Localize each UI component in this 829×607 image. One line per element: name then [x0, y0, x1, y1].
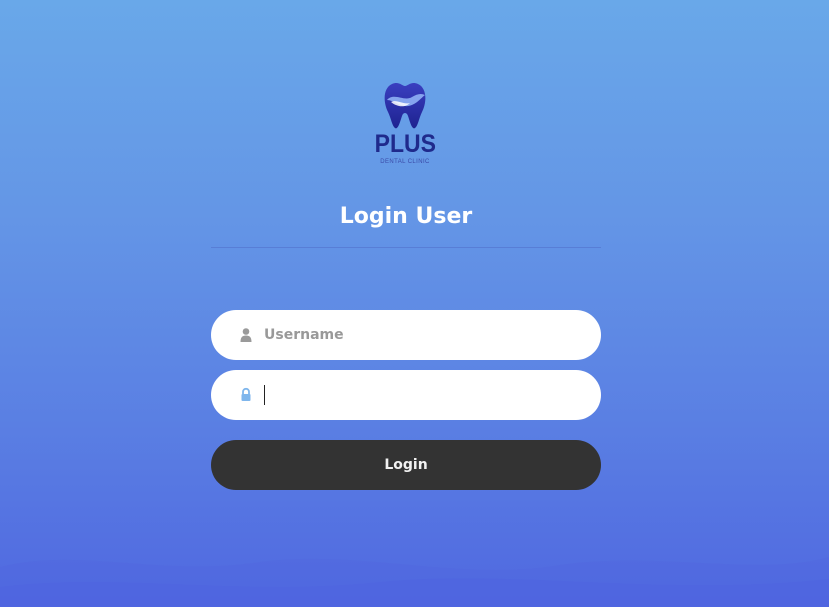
text-caret — [264, 385, 265, 405]
logo-subtitle-text: DENTAL CLINIC — [380, 159, 430, 165]
background-hills — [0, 557, 829, 607]
title-divider — [211, 247, 601, 248]
password-input[interactable] — [264, 370, 584, 420]
page-title: Login User — [339, 204, 473, 229]
lock-icon — [241, 387, 251, 401]
user-icon — [240, 328, 252, 342]
password-field[interactable] — [211, 370, 601, 420]
username-input[interactable] — [264, 310, 584, 360]
clinic-logo: PLUS DENTAL CLINIC — [372, 80, 438, 170]
login-button[interactable]: Login — [211, 440, 601, 490]
tooth-icon — [384, 83, 426, 129]
username-field[interactable] — [211, 310, 601, 360]
logo-brand-text: PLUS — [374, 130, 436, 158]
